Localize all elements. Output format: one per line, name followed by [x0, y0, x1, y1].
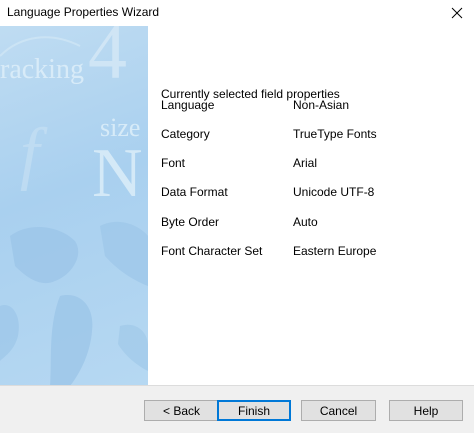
- property-label: Byte Order: [161, 215, 220, 229]
- property-row-byte-order: Byte Order Auto: [161, 215, 461, 231]
- cancel-button[interactable]: Cancel: [301, 400, 376, 421]
- watermark-glyph-4: 4: [88, 26, 127, 95]
- svg-text:f: f: [20, 115, 48, 192]
- property-label: Language: [161, 98, 215, 112]
- property-row-font: Font Arial: [161, 156, 461, 172]
- close-icon: [451, 7, 463, 19]
- property-value: Non-Asian: [293, 98, 350, 112]
- property-value: Eastern Europe: [293, 244, 377, 258]
- property-label: Font Character Set: [161, 244, 263, 258]
- watermark-glyph-N: N: [92, 135, 143, 212]
- back-button[interactable]: < Back: [144, 400, 219, 421]
- property-row-category: Category TrueType Fonts: [161, 127, 461, 143]
- property-label: Category: [161, 127, 210, 141]
- property-row-data-format: Data Format Unicode UTF-8: [161, 185, 461, 201]
- property-row-language: Language Non-Asian: [161, 98, 461, 114]
- wizard-side-image: 4 racking size N f: [0, 26, 148, 386]
- property-row-font-character-set: Font Character Set Eastern Europe: [161, 244, 461, 260]
- close-button[interactable]: [440, 0, 474, 26]
- help-button[interactable]: Help: [389, 400, 463, 421]
- property-value: TrueType Fonts: [293, 127, 377, 141]
- window-title: Language Properties Wizard: [7, 5, 160, 19]
- title-bar: Language Properties Wizard: [0, 0, 474, 26]
- footer-divider: [0, 385, 474, 386]
- property-label: Font: [161, 156, 186, 170]
- property-value: Auto: [293, 215, 318, 229]
- property-value: Arial: [293, 156, 318, 170]
- property-label: Data Format: [161, 185, 228, 199]
- wizard-content: 4 racking size N f Currently selected fi…: [0, 26, 474, 386]
- property-value: Unicode UTF-8: [293, 185, 375, 199]
- watermark-word-racking: racking: [0, 54, 84, 85]
- finish-button[interactable]: Finish: [217, 400, 291, 421]
